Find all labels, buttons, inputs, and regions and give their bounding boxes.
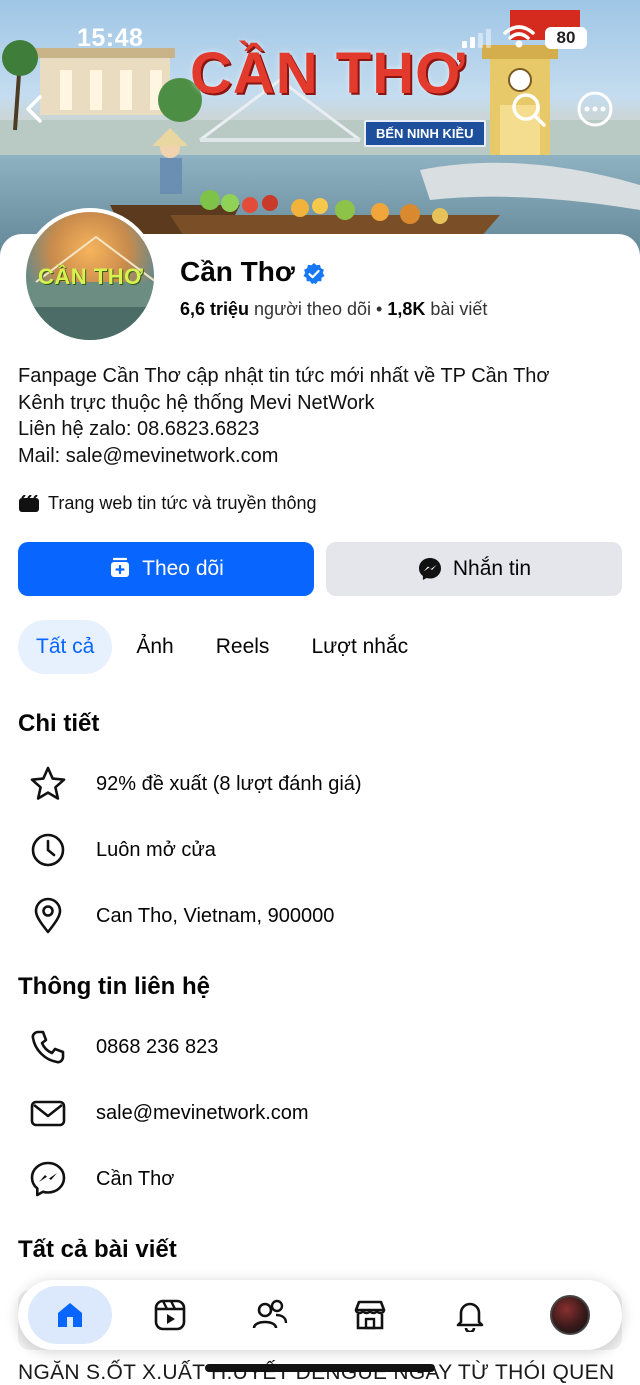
follow-button[interactable]: Theo dõi: [18, 542, 314, 596]
back-button[interactable]: [14, 89, 54, 129]
message-label: Nhắn tin: [452, 557, 532, 580]
follow-label: Theo dõi: [142, 557, 224, 580]
nav-notifications[interactable]: [428, 1286, 512, 1344]
clock-icon: [28, 830, 68, 870]
message-button[interactable]: Nhắn tin: [326, 542, 622, 596]
tab-mentions[interactable]: Lượt nhắc: [293, 620, 426, 674]
contact-title: Thông tin liên hệ: [18, 973, 210, 1000]
location-text: Can Tho, Vietnam, 900000: [96, 904, 335, 927]
posts-count: 1,8K: [387, 299, 426, 319]
messenger-icon: [418, 558, 441, 580]
followers-count: 6,6 triệu: [180, 299, 250, 319]
page-title: Cần Thơ: [180, 256, 295, 287]
bio-line: Fanpage Cần Thơ cập nhật tin tức mới nhấ…: [18, 365, 550, 387]
hours-text: Luôn mở cửa: [96, 838, 216, 861]
messenger-text: Cần Thơ: [96, 1167, 175, 1190]
bell-icon: [456, 1302, 484, 1332]
rating-row[interactable]: 92% đề xuất (8 lượt đánh giá): [28, 764, 362, 804]
status-bar: 15:48 80: [0, 0, 640, 60]
email-text: sale@mevinetwork.com: [96, 1101, 309, 1124]
verified-badge-icon: [303, 263, 325, 285]
star-icon: [28, 764, 68, 804]
location-pin-icon: [28, 896, 68, 936]
hours-row: Luôn mở cửa: [28, 830, 216, 870]
nav-friends[interactable]: [228, 1286, 312, 1344]
video-icon: [154, 1299, 186, 1331]
nav-home[interactable]: [28, 1286, 112, 1344]
cover-sign: BẾN NINH KIỀU: [364, 120, 486, 147]
page-stats: 6,6 triệu người theo dõi • 1,8K bài viết: [180, 299, 487, 320]
posts-label: bài viết: [430, 299, 488, 319]
phone-row[interactable]: 0868 236 823: [28, 1027, 218, 1067]
rating-text: 92% đề xuất (8 lượt đánh giá): [96, 772, 362, 795]
chevron-left-icon: [26, 95, 42, 123]
email-row[interactable]: sale@mevinetwork.com: [28, 1093, 309, 1133]
nav-profile[interactable]: [528, 1286, 612, 1344]
more-icon: [577, 91, 613, 127]
tab-all[interactable]: Tất cả: [18, 620, 113, 674]
posts-title: Tất cả bài viết: [18, 1236, 177, 1263]
followers-label[interactable]: người theo dõi: [254, 299, 371, 319]
nav-marketplace[interactable]: [328, 1286, 412, 1344]
battery-indicator: 80: [545, 27, 587, 49]
marketplace-icon: [354, 1300, 386, 1330]
page-bio: Fanpage Cần Thơ cập nhật tin tức mới nhấ…: [18, 363, 550, 469]
phone-icon: [28, 1027, 68, 1067]
nav-video[interactable]: [128, 1286, 212, 1344]
tab-photos[interactable]: Ảnh: [118, 620, 191, 674]
avatar-text: CẦN THƠ: [38, 264, 144, 289]
bio-line: Liên hệ zalo: 08.6823.6823: [18, 418, 260, 440]
clapperboard-icon: [19, 494, 39, 512]
follow-icon: [111, 557, 130, 577]
home-icon: [58, 1303, 82, 1327]
category-label: Trang web tin tức và truyền thông: [48, 493, 317, 513]
search-button[interactable]: [508, 89, 548, 129]
messenger-row[interactable]: Cần Thơ: [28, 1159, 174, 1199]
stats-separator: •: [376, 299, 383, 319]
home-indicator: [205, 1364, 435, 1372]
tab-reels[interactable]: Reels: [198, 620, 288, 674]
phone-text: 0868 236 823: [96, 1035, 219, 1058]
page-category: Trang web tin tức và truyền thông: [18, 493, 317, 514]
bio-line: Kênh trực thuộc hệ thống Mevi NetWork: [18, 391, 375, 414]
details-title: Chi tiết: [18, 710, 100, 737]
page-avatar[interactable]: CẦN THƠ: [22, 208, 158, 344]
friends-icon: [252, 1299, 288, 1329]
mail-icon: [28, 1093, 68, 1133]
location-row[interactable]: Can Tho, Vietnam, 900000: [28, 896, 334, 936]
messenger-outline-icon: [28, 1159, 68, 1199]
search-icon: [512, 93, 546, 127]
profile-avatar: [550, 1295, 590, 1335]
wifi-icon: [503, 25, 535, 48]
cellular-signal-icon: [462, 29, 491, 48]
bottom-navigation: [18, 1280, 622, 1350]
profile-tabs: Tất cả Ảnh Reels Lượt nhắc: [18, 620, 432, 674]
bio-line: Mail: sale@mevinetwork.com: [18, 444, 279, 467]
more-options-button[interactable]: [575, 89, 615, 129]
status-time: 15:48: [77, 24, 144, 52]
